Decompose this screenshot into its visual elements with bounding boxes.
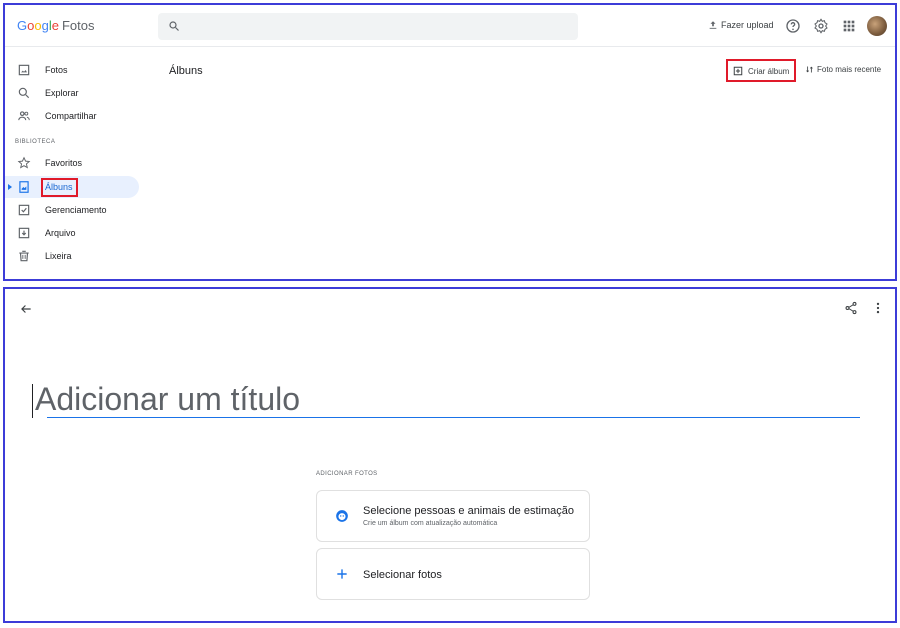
sidebar-item-lixeira[interactable]: Lixeira <box>5 245 139 267</box>
logo-letter: G <box>17 18 28 33</box>
sidebar-item-label: Explorar <box>45 88 79 98</box>
account-avatar[interactable] <box>867 16 887 36</box>
sidebar-item-albuns[interactable]: Álbuns <box>5 176 139 198</box>
apps-grid-icon[interactable] <box>841 18 857 34</box>
create-album-button[interactable]: Criar álbum <box>726 59 796 82</box>
archive-icon <box>18 227 30 239</box>
select-people-pets-option[interactable]: Selecione pessoas e animais de estimação… <box>316 490 590 542</box>
album-title-placeholder: Adicionar um título <box>35 381 301 417</box>
upload-label: Fazer upload <box>721 20 774 30</box>
face-icon <box>336 510 348 522</box>
albums-screen: Google Fotos Fazer upload Fotos Explorar … <box>3 3 897 281</box>
sort-icon <box>806 66 813 73</box>
sidebar-item-label: Fotos <box>45 65 68 75</box>
highlight-box <box>41 178 78 197</box>
gear-icon[interactable] <box>813 18 829 34</box>
trash-icon <box>19 250 29 262</box>
new-album-screen: Adicionar um título ADICIONAR FOTOS Sele… <box>3 287 897 623</box>
search-icon <box>169 21 179 31</box>
app-header: Google Fotos Fazer upload <box>5 5 895 47</box>
more-options-icon[interactable] <box>875 301 881 315</box>
select-photos-option[interactable]: Selecionar fotos <box>316 548 590 600</box>
add-photos-label: ADICIONAR FOTOS <box>316 471 378 477</box>
people-option-subtitle: Crie um álbum com atualização automática <box>363 520 498 527</box>
sidebar-item-label: Arquivo <box>45 228 76 238</box>
upload-icon <box>709 21 717 29</box>
sidebar-item-gerenciamento[interactable]: Gerenciamento <box>5 199 139 221</box>
utilities-icon <box>18 204 30 216</box>
plus-icon <box>337 569 347 579</box>
album-title-input[interactable]: Adicionar um título <box>31 379 861 423</box>
text-cursor <box>32 384 33 418</box>
upload-button[interactable]: Fazer upload <box>708 20 774 30</box>
album-icon <box>19 181 29 193</box>
sidebar-item-label: Compartilhar <box>45 111 97 121</box>
sidebar-item-fotos[interactable]: Fotos <box>5 59 139 81</box>
sidebar-item-arquivo[interactable]: Arquivo <box>5 222 139 244</box>
photos-option-title: Selecionar fotos <box>363 569 442 581</box>
title-underline <box>47 417 860 418</box>
page-title: Álbuns <box>169 65 203 77</box>
logo-letter: e <box>51 18 59 33</box>
search-icon <box>18 87 30 99</box>
people-icon <box>18 111 30 121</box>
sidebar-item-explorar[interactable]: Explorar <box>5 82 139 104</box>
help-icon[interactable] <box>785 18 801 34</box>
star-icon <box>17 156 31 169</box>
people-option-title: Selecione pessoas e animais de estimação <box>363 505 574 517</box>
sidebar-item-compartilhar[interactable]: Compartilhar <box>5 105 139 127</box>
back-arrow-icon[interactable] <box>19 302 33 316</box>
sort-label: Foto mais recente <box>817 65 882 74</box>
create-album-label: Criar álbum <box>748 67 790 76</box>
logo-letter: g <box>41 18 49 33</box>
logo-letter: o <box>34 18 42 33</box>
logo-product-name: Fotos <box>61 18 95 33</box>
sort-button[interactable]: Foto mais recente <box>805 65 881 74</box>
sidebar-item-label: Lixeira <box>45 251 72 261</box>
google-photos-logo[interactable]: Google Fotos <box>17 18 94 33</box>
sidebar-item-label: Favoritos <box>45 158 83 168</box>
search-input[interactable] <box>158 13 578 40</box>
photo-icon <box>18 64 30 76</box>
sidebar-item-label: Gerenciamento <box>45 205 107 215</box>
add-box-icon <box>733 66 743 76</box>
sidebar-item-favoritos[interactable]: Favoritos <box>5 152 139 174</box>
selected-indicator <box>8 184 12 190</box>
library-section-label: BIBLIOTECA <box>15 139 56 145</box>
share-icon[interactable] <box>844 301 858 315</box>
